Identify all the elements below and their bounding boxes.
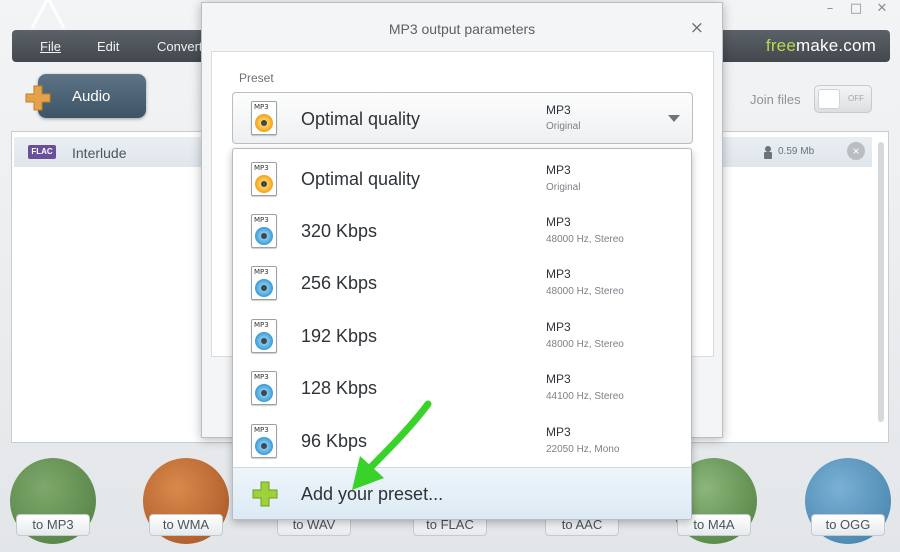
brand-logo[interactable]: freemake.com bbox=[766, 36, 876, 56]
preset-detail: 48000 Hz, Stereo bbox=[546, 234, 624, 245]
mp3-file-icon: MP3 bbox=[251, 319, 279, 353]
file-size-icon bbox=[764, 146, 772, 159]
menu-convert[interactable]: Convert bbox=[157, 39, 203, 54]
mp3-icon-text: MP3 bbox=[254, 321, 269, 329]
audio-button-label: Audio bbox=[72, 88, 111, 105]
mp3-icon-text: MP3 bbox=[254, 164, 269, 172]
preset-format: MP3 bbox=[546, 163, 571, 177]
mp3-icon-text: MP3 bbox=[254, 426, 269, 434]
menu-file[interactable]: File bbox=[40, 39, 61, 54]
preset-detail: Original bbox=[546, 182, 581, 193]
file-name: Interlude bbox=[72, 145, 127, 161]
format-label: to MP3 bbox=[16, 514, 90, 536]
preset-dropdown[interactable]: MP3 Optimal quality MP3 Original bbox=[232, 92, 693, 144]
freemake-logo-icon bbox=[30, 0, 66, 29]
selected-preset-format: MP3 bbox=[546, 103, 571, 117]
mp3-file-icon: MP3 bbox=[251, 266, 279, 300]
to-wma-button[interactable]: to WMA bbox=[143, 458, 229, 544]
close-icon: × bbox=[852, 144, 860, 158]
chevron-down-icon[interactable] bbox=[668, 115, 680, 122]
preset-name: 320 Kbps bbox=[301, 221, 378, 241]
preset-name: 256 Kbps bbox=[301, 273, 378, 293]
remove-file-button[interactable]: × bbox=[847, 142, 865, 160]
dialog-close-button[interactable]: × bbox=[690, 18, 704, 38]
menu-edit[interactable]: Edit bbox=[97, 39, 119, 54]
mp3-file-icon: MP3 bbox=[251, 371, 279, 405]
preset-list: MP3 Optimal quality MP3 Original MP3 320… bbox=[232, 148, 692, 520]
brand-free-text: free bbox=[765, 36, 796, 55]
mp3-file-icon: MP3 bbox=[251, 101, 279, 135]
preset-option-optimal[interactable]: MP3 Optimal quality MP3 Original bbox=[233, 153, 691, 205]
selected-preset-name: Optimal quality bbox=[301, 109, 421, 129]
to-mp3-button[interactable]: to MP3 bbox=[10, 458, 96, 544]
brand-rest-text: make.com bbox=[795, 36, 876, 55]
preset-name: 128 Kbps bbox=[301, 378, 378, 398]
plus-icon bbox=[252, 481, 278, 507]
maximize-button[interactable]: □ bbox=[848, 1, 864, 16]
selected-preset-detail: Original bbox=[546, 121, 581, 132]
format-label: to WMA bbox=[149, 514, 223, 536]
preset-format: MP3 bbox=[546, 425, 571, 439]
toggle-knob bbox=[818, 89, 840, 109]
mp3-icon-text: MP3 bbox=[254, 103, 269, 111]
close-window-button[interactable]: ✕ bbox=[874, 1, 890, 16]
mp3-icon-text: MP3 bbox=[254, 216, 269, 224]
preset-option-320[interactable]: MP3 320 Kbps MP3 48000 Hz, Stereo bbox=[233, 205, 691, 257]
preset-detail: 48000 Hz, Stereo bbox=[546, 286, 624, 297]
preset-label: Preset bbox=[239, 71, 274, 85]
flac-badge: FLAC bbox=[28, 145, 56, 159]
toggle-state: OFF bbox=[848, 94, 864, 103]
preset-option-192[interactable]: MP3 192 Kbps MP3 48000 Hz, Stereo bbox=[233, 310, 691, 362]
preset-name: Optimal quality bbox=[301, 169, 421, 189]
format-label: to OGG bbox=[811, 514, 885, 536]
mp3-icon-text: MP3 bbox=[254, 373, 269, 381]
add-preset-button[interactable]: Add your preset... bbox=[233, 467, 691, 519]
dialog-title: MP3 output parameters bbox=[388, 21, 536, 37]
minimize-button[interactable]: – bbox=[822, 1, 838, 16]
scrollbar[interactable] bbox=[876, 134, 886, 430]
to-ogg-button[interactable]: to OGG bbox=[805, 458, 891, 544]
file-size: 0.59 Mb bbox=[778, 146, 815, 157]
join-files-toggle[interactable]: OFF bbox=[814, 85, 872, 113]
join-files-label: Join files bbox=[750, 92, 801, 107]
arrow-icon bbox=[352, 400, 432, 490]
plus-icon bbox=[25, 85, 51, 111]
preset-format: MP3 bbox=[546, 267, 571, 281]
preset-format: MP3 bbox=[546, 215, 571, 229]
preset-detail: 44100 Hz, Stereo bbox=[546, 391, 624, 402]
preset-name: 192 Kbps bbox=[301, 326, 378, 346]
preset-option-256[interactable]: MP3 256 Kbps MP3 48000 Hz, Stereo bbox=[233, 257, 691, 309]
mp3-file-icon: MP3 bbox=[251, 162, 279, 196]
preset-format: MP3 bbox=[546, 320, 571, 334]
scroll-thumb[interactable] bbox=[878, 142, 884, 422]
preset-format: MP3 bbox=[546, 372, 571, 386]
add-audio-button[interactable]: Audio bbox=[38, 74, 146, 118]
window-controls: – □ ✕ bbox=[822, 1, 890, 16]
preset-detail: 48000 Hz, Stereo bbox=[546, 339, 624, 350]
mp3-file-icon: MP3 bbox=[251, 214, 279, 248]
mp3-icon-text: MP3 bbox=[254, 268, 269, 276]
preset-detail: 22050 Hz, Mono bbox=[546, 444, 620, 455]
preset-option-128[interactable]: MP3 128 Kbps MP3 44100 Hz, Stereo bbox=[233, 362, 691, 414]
mp3-file-icon: MP3 bbox=[251, 424, 279, 458]
preset-option-96[interactable]: MP3 96 Kbps MP3 22050 Hz, Mono bbox=[233, 415, 691, 467]
